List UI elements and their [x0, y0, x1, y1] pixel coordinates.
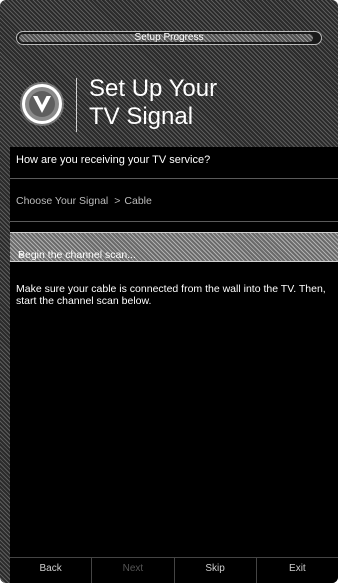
instruction-text: Make sure your cable is connected from t…	[16, 283, 326, 307]
setup-progress-bar: Setup Progress	[16, 31, 322, 45]
setup-screen: Setup Progress Set Up Your TV Signal How…	[0, 0, 338, 583]
page-title-line-2: TV Signal	[89, 103, 194, 130]
progress-label: Setup Progress	[134, 32, 204, 43]
next-button[interactable]: Next	[91, 557, 174, 583]
page-title: Set Up Your TV Signal	[89, 75, 217, 131]
content-panel: How are you receiving your TV service? C…	[10, 147, 338, 557]
begin-channel-scan-item[interactable]: > Begin the channel scan...	[10, 232, 338, 262]
breadcrumb-label: Choose Your Signal	[16, 195, 109, 207]
breadcrumb-separator-icon: >	[114, 195, 121, 207]
title-divider	[76, 78, 77, 132]
question-text: How are you receiving your TV service?	[16, 154, 211, 166]
vizio-v-logo-icon	[20, 82, 64, 126]
footer-nav: Back Next Skip Exit	[10, 557, 338, 583]
divider	[10, 178, 338, 179]
page-title-line-1: Set Up Your	[89, 75, 218, 102]
breadcrumb-selected-value: Cable	[124, 195, 152, 207]
breadcrumb: Choose Your Signal > Cable	[16, 195, 152, 207]
divider	[10, 221, 338, 222]
skip-button[interactable]: Skip	[173, 557, 256, 583]
exit-button[interactable]: Exit	[255, 557, 338, 583]
back-button[interactable]: Back	[10, 557, 92, 583]
scan-item-label: Begin the channel scan...	[18, 249, 136, 261]
